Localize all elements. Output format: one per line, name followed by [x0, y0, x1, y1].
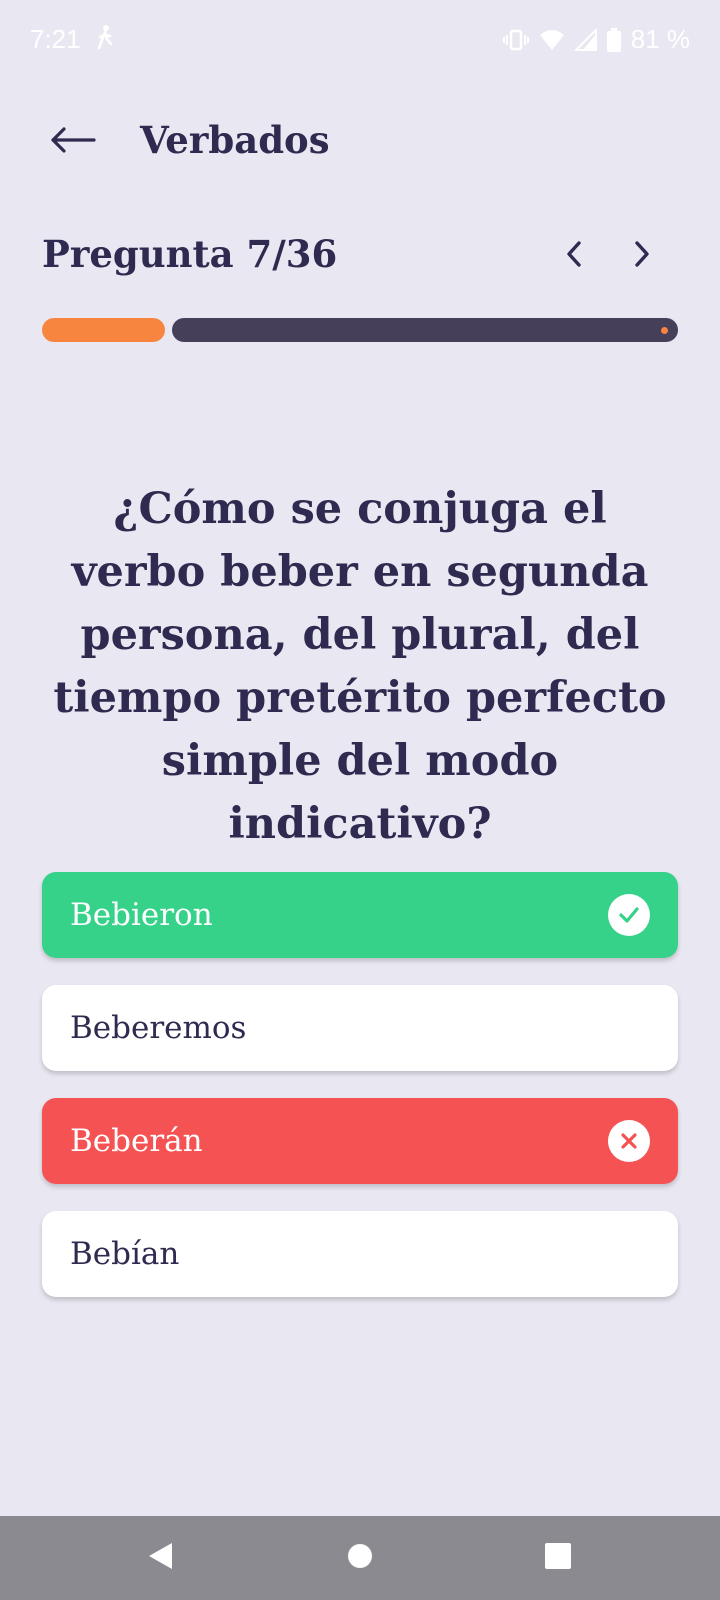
triangle-back-icon: [146, 1541, 174, 1575]
answer-option-4[interactable]: Bebían: [42, 1211, 678, 1297]
answer-option-3[interactable]: Beberán: [42, 1098, 678, 1184]
previous-question-button[interactable]: [552, 234, 596, 278]
system-recents-button[interactable]: [538, 1538, 578, 1578]
answer-option-label: Bebían: [70, 1236, 180, 1272]
question-counter: Pregunta 7/36: [42, 232, 338, 276]
vibrate-icon: [502, 29, 529, 51]
system-navigation-bar: [0, 1516, 720, 1600]
answer-option-label: Beberemos: [70, 1010, 247, 1046]
progress-end-dot: [661, 327, 668, 334]
arrow-left-icon: [50, 127, 96, 157]
answer-option-1[interactable]: Bebieron: [42, 872, 678, 958]
answer-option-2[interactable]: Beberemos: [42, 985, 678, 1071]
wifi-icon: [539, 29, 565, 51]
chevron-left-icon: [566, 240, 582, 272]
circle-home-icon: [347, 1543, 373, 1573]
answer-option-label: Beberán: [70, 1123, 203, 1159]
system-back-button[interactable]: [140, 1538, 180, 1578]
signal-icon: [574, 28, 597, 51]
progress-bar-completed: [42, 318, 165, 342]
progress-bar-remaining: [172, 318, 678, 342]
battery-icon: [606, 27, 621, 52]
walking-icon: [96, 24, 114, 57]
answer-option-label: Bebieron: [70, 897, 213, 933]
status-time: 7:21: [30, 24, 81, 54]
square-recents-icon: [545, 1543, 571, 1573]
back-button[interactable]: [50, 118, 106, 166]
battery-percentage: 81 %: [630, 24, 690, 54]
status-bar: 7:21 81 %: [0, 0, 720, 80]
chevron-right-icon: [634, 240, 650, 272]
close-icon: [608, 1120, 650, 1162]
next-question-button[interactable]: [620, 234, 664, 278]
page-title: Verbados: [140, 118, 330, 162]
system-home-button[interactable]: [340, 1538, 380, 1578]
check-icon: [608, 894, 650, 936]
question-text: ¿Cómo se conjuga el verbo beber en segun…: [53, 484, 667, 849]
